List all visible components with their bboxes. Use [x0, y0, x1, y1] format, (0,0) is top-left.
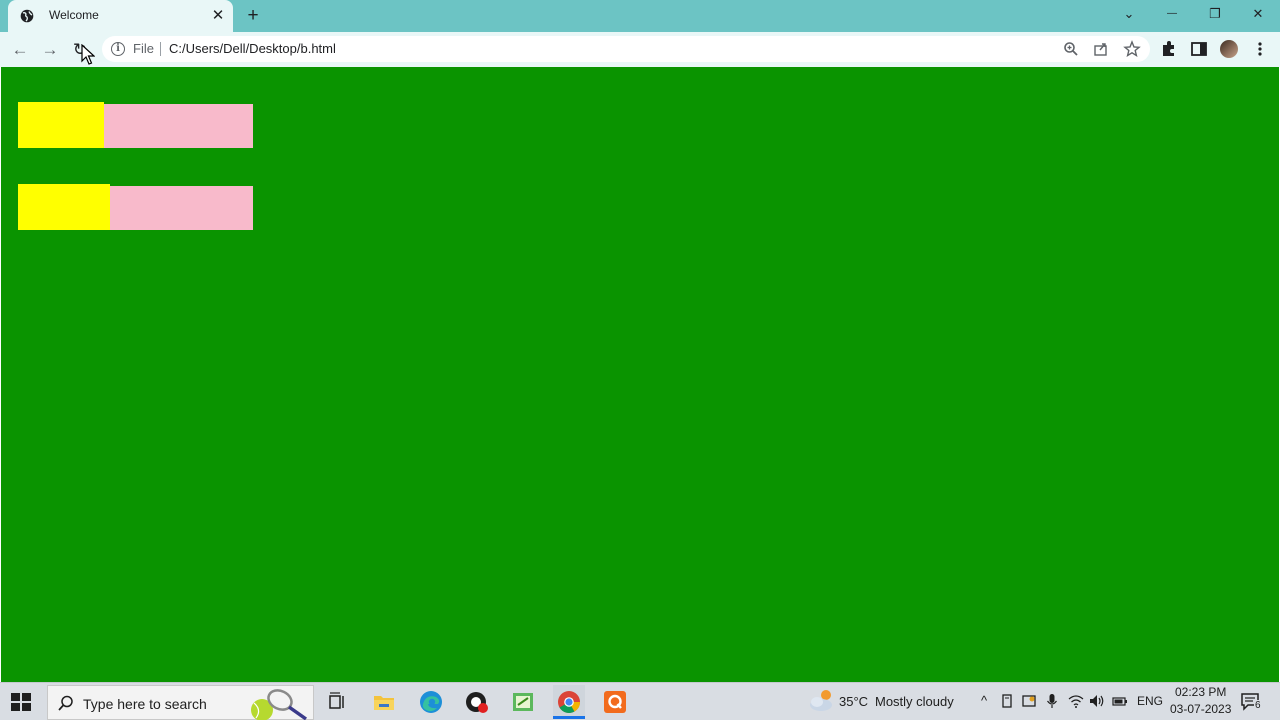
share-icon[interactable] [1092, 40, 1110, 58]
notification-count-badge: 6 [1254, 700, 1262, 711]
battery-icon[interactable] [1112, 693, 1128, 709]
restore-button[interactable]: ❐ [1204, 4, 1226, 24]
device-icon[interactable] [999, 693, 1015, 709]
site-info-icon[interactable]: i [111, 42, 125, 56]
weather-condition[interactable]: Mostly cloudy [875, 694, 954, 709]
active-app-indicator [553, 716, 585, 719]
page-viewport: Hello Hiiiiii [1, 67, 1279, 682]
star-icon[interactable] [1123, 40, 1141, 58]
menu-kebab-icon[interactable] [1250, 39, 1270, 59]
search-icon [58, 695, 73, 711]
zoom-icon[interactable] [1062, 40, 1080, 58]
url-text[interactable]: C:/Users/Dell/Desktop/b.html [169, 41, 336, 56]
tab-welcome[interactable]: Welcome ✕ [8, 0, 233, 32]
search-placeholder: Type here to search [83, 696, 207, 712]
profile-avatar[interactable] [1220, 40, 1238, 58]
volume-icon[interactable] [1089, 693, 1105, 709]
clock-date[interactable]: 03-07-2023 [1170, 702, 1231, 716]
close-tab-icon[interactable]: ✕ [210, 8, 226, 24]
browser-toolbar: ← → ↻ i File C:/Users/Dell/Desktop/b.htm… [0, 32, 1280, 67]
windows-start-icon[interactable] [10, 692, 32, 712]
security-shield-icon[interactable] [1021, 693, 1037, 709]
close-window-button[interactable]: ✕ [1247, 4, 1269, 24]
tab-title: Welcome [49, 8, 99, 22]
tab-search-chevron-icon[interactable]: ⌄ [1118, 4, 1140, 24]
weather-temp: 35°C [839, 694, 869, 709]
clock-time[interactable]: 02:23 PM [1175, 685, 1226, 699]
forward-button[interactable]: → [39, 39, 61, 61]
side-panel-icon[interactable] [1189, 39, 1209, 59]
heading-hiiiiii: Hiiiiii [18, 184, 253, 230]
whiteboard-app-icon[interactable] [508, 688, 538, 716]
windows-taskbar: Type here to search 35°C Mostly cloudy ^… [0, 682, 1280, 720]
minimize-button[interactable]: — [1161, 4, 1183, 24]
globe-icon [20, 9, 34, 23]
extensions-icon[interactable] [1159, 39, 1179, 59]
show-hidden-icons-chevron-icon[interactable]: ^ [976, 693, 992, 709]
address-bar[interactable]: i File C:/Users/Dell/Desktop/b.html [102, 36, 1150, 62]
divider [160, 42, 161, 56]
microphone-icon[interactable] [1044, 693, 1060, 709]
chrome-taskbar-button[interactable] [553, 685, 585, 719]
scheme-label: File [133, 41, 154, 56]
taskbar-search-box[interactable]: Type here to search [47, 685, 314, 720]
heading-hiiiiii-text: Hiiiiii [18, 184, 111, 230]
recorder-app-icon[interactable] [462, 688, 492, 716]
heading-hello-text: Hello [18, 102, 105, 148]
q-app-icon[interactable] [600, 688, 630, 716]
file-explorer-icon[interactable] [369, 688, 399, 716]
search-highlight-tennis-icon [251, 689, 308, 720]
edge-browser-icon[interactable] [416, 688, 446, 716]
mouse-cursor-icon [81, 44, 95, 65]
back-button[interactable]: ← [9, 39, 31, 61]
new-tab-button[interactable]: + [243, 6, 263, 26]
language-indicator[interactable]: ENG [1137, 694, 1163, 708]
heading-hello: Hello [18, 102, 253, 148]
task-view-icon[interactable] [322, 688, 352, 716]
chrome-icon [558, 691, 580, 713]
weather-cloud-icon [810, 690, 832, 711]
wifi-icon[interactable] [1068, 693, 1084, 709]
tab-strip: Welcome ✕ + ⌄ — ❐ ✕ [0, 0, 1280, 32]
